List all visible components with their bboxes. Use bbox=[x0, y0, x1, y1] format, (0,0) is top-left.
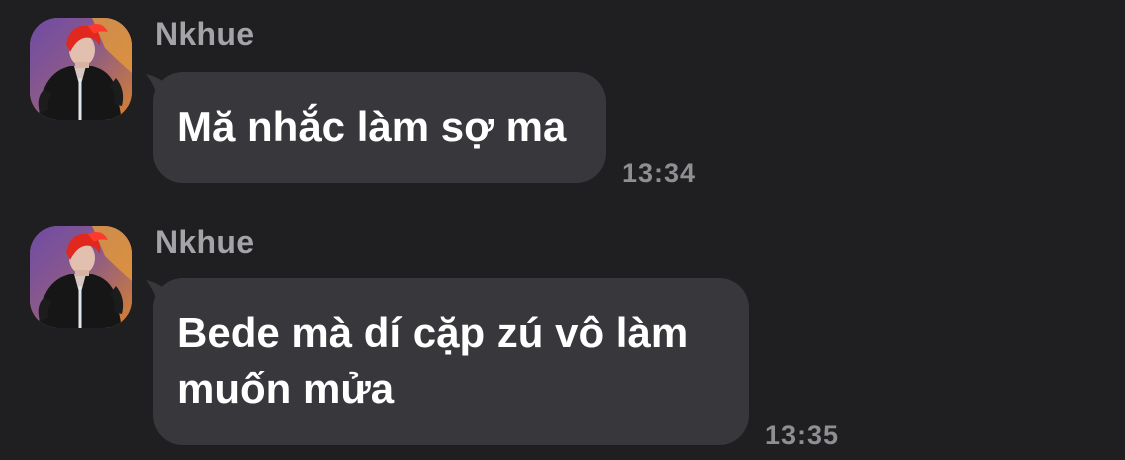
chat-message: Nkhue Bede mà dí cặp zú vô làm muốn mửa … bbox=[0, 208, 1125, 460]
message-bubble[interactable]: Mă nhắc làm sợ ma bbox=[153, 72, 606, 183]
avatar[interactable] bbox=[30, 226, 132, 328]
sender-name: Nkhue bbox=[155, 224, 255, 260]
message-timestamp: 13:35 bbox=[765, 420, 840, 450]
user-avatar-icon bbox=[30, 18, 132, 120]
avatar[interactable] bbox=[30, 18, 132, 120]
message-timestamp: 13:34 bbox=[622, 158, 697, 188]
chat-message: Nkhue Mă nhắc làm sợ ma 13:34 bbox=[0, 0, 1125, 200]
user-avatar-icon bbox=[30, 226, 132, 328]
message-bubble[interactable]: Bede mà dí cặp zú vô làm muốn mửa bbox=[153, 278, 749, 445]
sender-name: Nkhue bbox=[155, 16, 255, 52]
